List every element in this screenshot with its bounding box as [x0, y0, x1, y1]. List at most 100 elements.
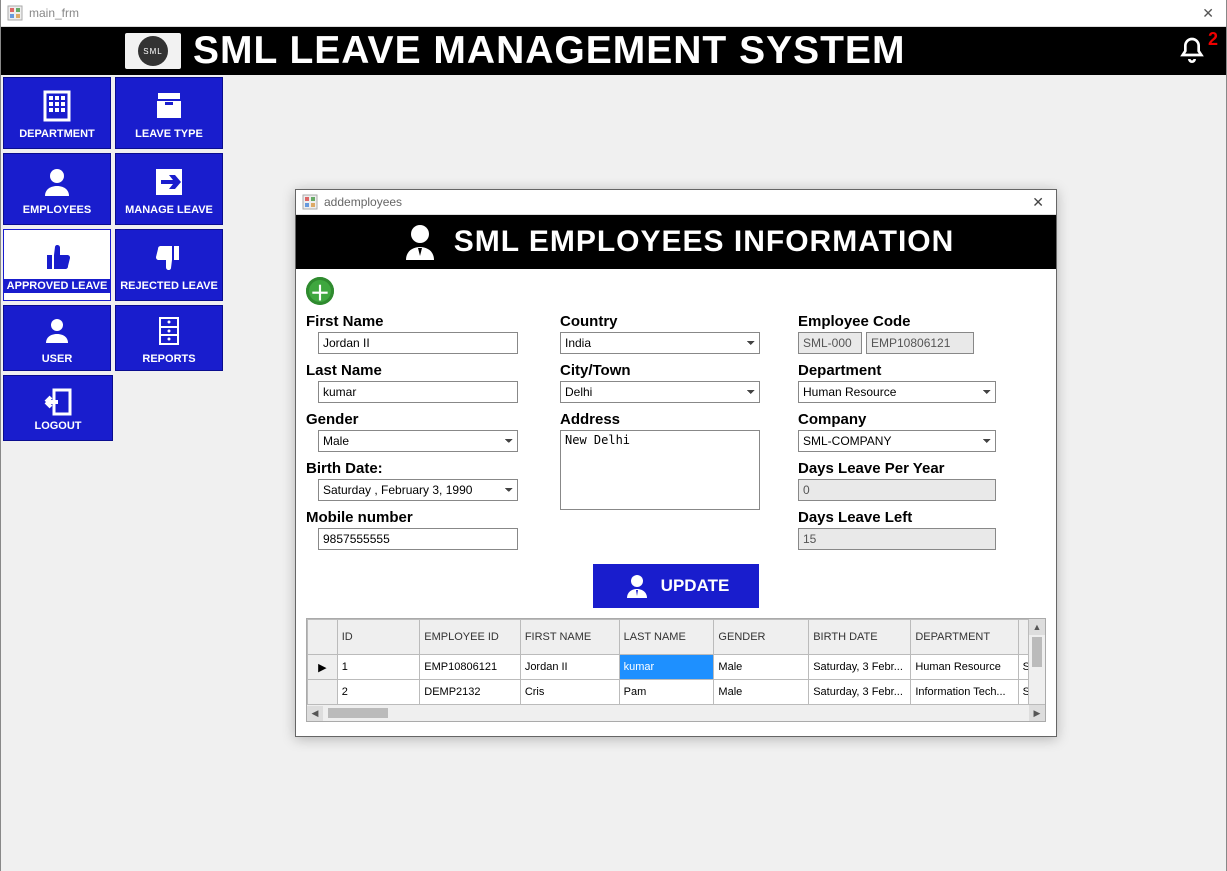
sidebar-item-manage-leave[interactable]: MANAGE LEAVE	[115, 153, 223, 225]
grid-header-cell[interactable]: GENDER	[714, 620, 809, 655]
sidebar-item-label: DEPARTMENT	[19, 128, 95, 140]
department-label: Department	[798, 362, 1008, 379]
scroll-up-icon[interactable]: ▲	[1029, 619, 1045, 635]
logout-button[interactable]: LOGOUT	[3, 375, 113, 441]
grid-header-cell[interactable]: DEPARTMENT	[911, 620, 1018, 655]
scroll-thumb[interactable]	[1032, 637, 1042, 667]
cell-gender[interactable]: Male	[714, 655, 809, 680]
cell-first-name[interactable]: Cris	[520, 680, 619, 705]
last-name-label: Last Name	[306, 362, 532, 379]
main-window-titlebar: main_frm ✕	[1, 0, 1226, 27]
grid-header-cell[interactable]: ID	[337, 620, 420, 655]
gender-label: Gender	[306, 411, 532, 428]
cell-birth-date[interactable]: Saturday, 3 Febr...	[809, 655, 911, 680]
address-textarea[interactable]	[560, 430, 760, 510]
row-marker: ▶	[308, 655, 338, 680]
sidebar-item-leave-type[interactable]: LEAVE TYPE	[115, 77, 223, 149]
sidebar-item-user[interactable]: USER	[3, 305, 111, 371]
scroll-thumb[interactable]	[328, 708, 388, 718]
grid-header-cell[interactable]: LAST NAME	[619, 620, 714, 655]
sidebar-item-reports[interactable]: REPORTS	[115, 305, 223, 371]
modal-titlebar: addemployees ✕	[296, 190, 1056, 215]
vertical-scrollbar[interactable]: ▲	[1028, 619, 1045, 705]
department-select[interactable]: Human Resource	[798, 381, 996, 403]
company-label: Company	[798, 411, 1008, 428]
cell-last-name[interactable]: Pam	[619, 680, 714, 705]
thumbs-up-icon	[39, 237, 75, 277]
employee-grid[interactable]: ID EMPLOYEE ID FIRST NAME LAST NAME GEND…	[306, 618, 1046, 722]
table-row[interactable]: 2 DEMP2132 Cris Pam Male Saturday, 3 Feb…	[308, 680, 1045, 705]
mobile-input[interactable]	[318, 528, 518, 550]
cell-emp-id[interactable]: EMP10806121	[420, 655, 521, 680]
first-name-label: First Name	[306, 313, 532, 330]
update-button[interactable]: UPDATE	[593, 564, 759, 608]
days-per-year-value	[798, 479, 996, 501]
sidebar-item-department[interactable]: DEPARTMENT	[3, 77, 111, 149]
birth-date-picker[interactable]: Saturday , February 3, 1990	[318, 479, 518, 501]
app-title: SML LEAVE MANAGEMENT SYSTEM	[193, 29, 905, 73]
grid-header-cell[interactable]: EMPLOYEE ID	[420, 620, 521, 655]
grid-header-cell[interactable]: BIRTH DATE	[809, 620, 911, 655]
thumbs-down-icon	[151, 238, 187, 278]
company-select[interactable]: SML-COMPANY	[798, 430, 996, 452]
app-banner: SML SML LEAVE MANAGEMENT SYSTEM 2	[1, 27, 1226, 75]
grid-header-cell[interactable]: FIRST NAME	[520, 620, 619, 655]
close-icon[interactable]: ✕	[1026, 194, 1050, 211]
box-icon	[151, 86, 187, 126]
sidebar-item-employees[interactable]: EMPLOYEES	[3, 153, 111, 225]
person-icon	[39, 162, 75, 202]
days-per-year-label: Days Leave Per Year	[798, 460, 1008, 477]
main-window-title: main_frm	[29, 6, 79, 20]
grid-header-row: ID EMPLOYEE ID FIRST NAME LAST NAME GEND…	[308, 620, 1045, 655]
add-button[interactable]: ＋	[306, 277, 334, 305]
cell-id[interactable]: 2	[337, 680, 420, 705]
country-label: Country	[560, 313, 770, 330]
close-icon[interactable]: ✕	[1196, 5, 1220, 22]
employee-code-prefix	[798, 332, 862, 354]
employee-code-label: Employee Code	[798, 313, 1008, 330]
gender-select[interactable]: Male	[318, 430, 518, 452]
bell-icon	[1176, 35, 1208, 67]
notification-button[interactable]: 2	[1176, 35, 1208, 67]
main-window: main_frm ✕ SML SML LEAVE MANAGEMENT SYST…	[0, 0, 1227, 871]
city-select[interactable]: Delhi	[560, 381, 760, 403]
sidebar-item-label: MANAGE LEAVE	[125, 204, 213, 216]
sidebar-item-rejected-leave[interactable]: REJECTED LEAVE	[115, 229, 223, 301]
cabinet-icon	[153, 311, 185, 351]
sidebar-item-label: USER	[42, 353, 73, 365]
building-icon	[39, 86, 75, 126]
cell-gender[interactable]: Male	[714, 680, 809, 705]
horizontal-scrollbar[interactable]: ◀ ▶	[307, 704, 1045, 721]
sidebar-item-label: LEAVE TYPE	[135, 128, 203, 140]
cell-first-name[interactable]: Jordan II	[520, 655, 619, 680]
winform-icon	[7, 5, 23, 21]
last-name-input[interactable]	[318, 381, 518, 403]
country-select[interactable]: India	[560, 332, 760, 354]
sidebar-item-label: EMPLOYEES	[23, 204, 91, 216]
arrow-right-box-icon	[151, 162, 187, 202]
cell-last-name[interactable]: kumar	[619, 655, 714, 680]
modal-window-title: addemployees	[324, 195, 402, 209]
birth-date-label: Birth Date:	[306, 460, 532, 477]
logout-label: LOGOUT	[34, 420, 81, 432]
cell-id[interactable]: 1	[337, 655, 420, 680]
cell-emp-id[interactable]: DEMP2132	[420, 680, 521, 705]
scroll-right-icon[interactable]: ▶	[1029, 705, 1045, 721]
grid-header-cell	[308, 620, 338, 655]
modal-banner-title: SML EMPLOYEES INFORMATION	[454, 225, 955, 259]
scroll-left-icon[interactable]: ◀	[307, 706, 323, 722]
cell-department[interactable]: Information Tech...	[911, 680, 1018, 705]
days-left-value	[798, 528, 996, 550]
days-left-label: Days Leave Left	[798, 509, 1008, 526]
sidebar-item-label: APPROVED LEAVE	[4, 279, 110, 293]
user-icon	[41, 311, 73, 351]
cell-birth-date[interactable]: Saturday, 3 Febr...	[809, 680, 911, 705]
modal-banner: SML EMPLOYEES INFORMATION	[296, 215, 1056, 269]
cell-department[interactable]: Human Resource	[911, 655, 1018, 680]
sidebar: DEPARTMENT LEAVE TYPE EMPLOYEES	[1, 75, 225, 871]
row-marker	[308, 680, 338, 705]
first-name-input[interactable]	[318, 332, 518, 354]
table-row[interactable]: ▶ 1 EMP10806121 Jordan II kumar Male Sat…	[308, 655, 1045, 680]
notification-count: 2	[1208, 29, 1218, 50]
sidebar-item-approved-leave[interactable]: APPROVED LEAVE	[3, 229, 111, 301]
